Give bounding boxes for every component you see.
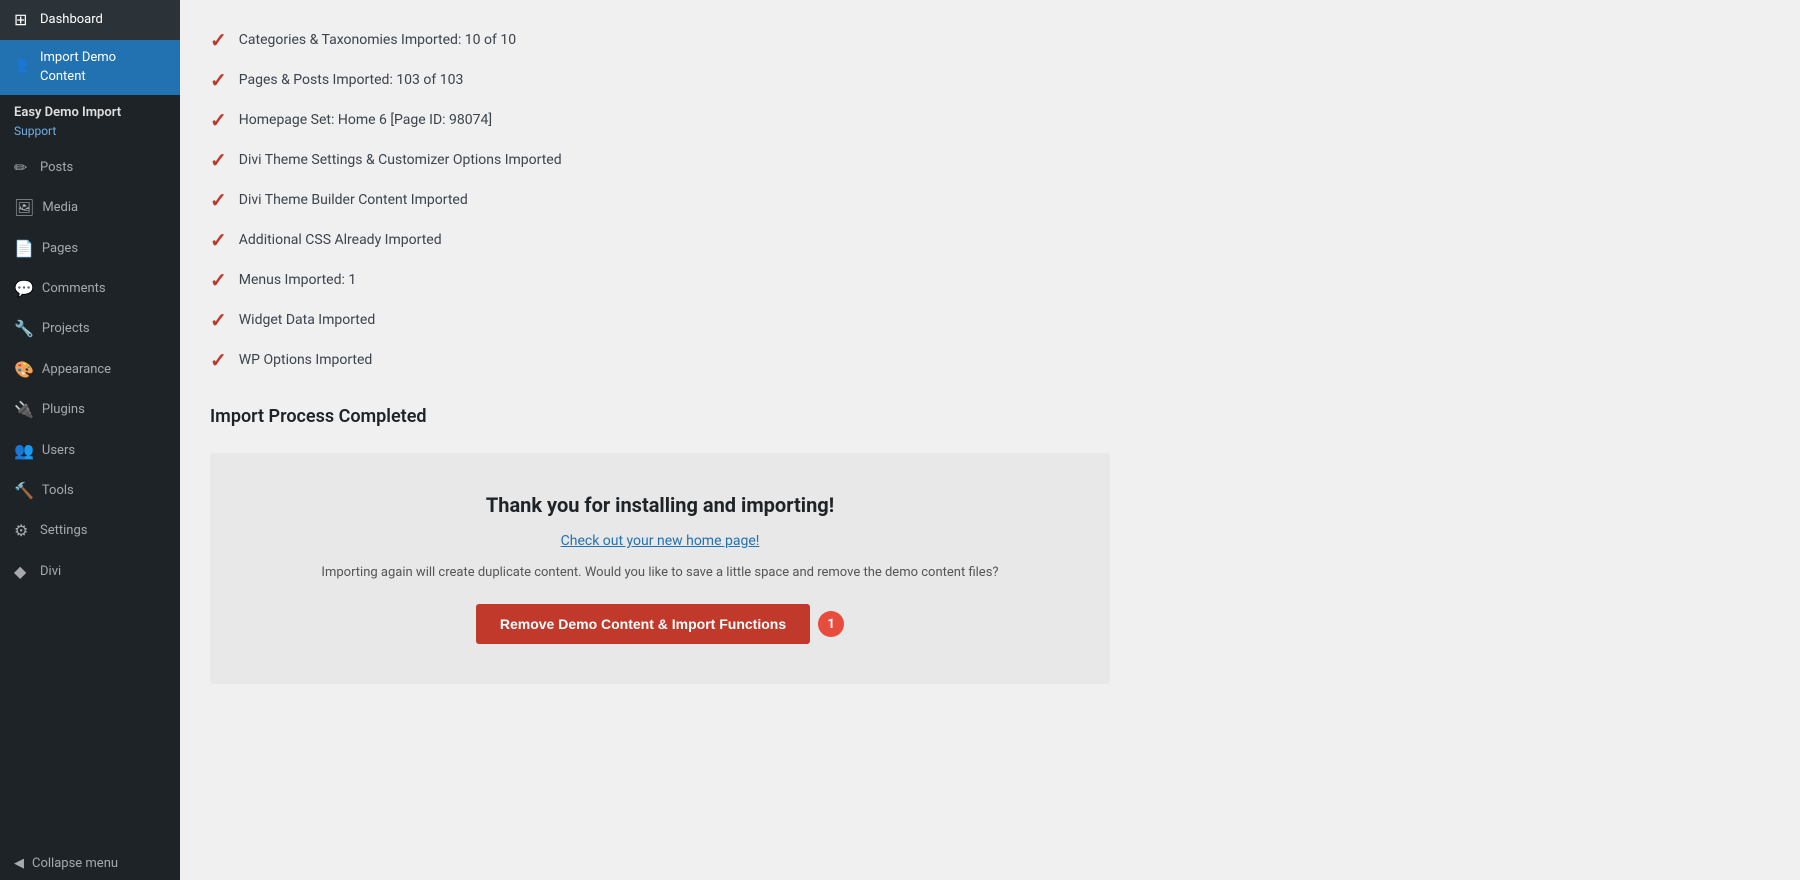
sidebar-item-posts[interactable]: ✏ Posts (0, 148, 180, 188)
plugin-name: Easy Demo Import (0, 95, 180, 122)
import-demo-icon: 👤 (14, 58, 32, 76)
collapse-menu-button[interactable]: ◀ Collapse menu (0, 847, 180, 880)
sidebar: ⊞ Dashboard 👤 Import DemoContent Easy De… (0, 0, 180, 880)
checkmark-icon: ✓ (210, 190, 227, 210)
sidebar-item-divi[interactable]: ◆ Divi (0, 552, 180, 592)
sidebar-item-appearance[interactable]: 🎨 Appearance (0, 350, 180, 390)
plugin-support-link[interactable]: Support (0, 122, 180, 148)
thank-you-box: Thank you for installing and importing! … (210, 453, 1110, 684)
sidebar-label-import-demo: Import DemoContent (40, 49, 116, 85)
projects-icon: 🔧 (14, 318, 34, 340)
duplicate-warning: Importing again will create duplicate co… (240, 565, 1080, 580)
import-item-label: Pages & Posts Imported: 103 of 103 (239, 72, 464, 88)
checkmark-icon: ✓ (210, 30, 227, 50)
import-list-item: ✓ Categories & Taxonomies Imported: 10 of… (210, 20, 1770, 60)
appearance-icon: 🎨 (14, 359, 34, 381)
users-icon: 👥 (14, 440, 34, 462)
import-list-item: ✓ WP Options Imported (210, 340, 1770, 380)
media-icon: 🖼 (14, 197, 34, 219)
dashboard-icon: ⊞ (14, 9, 32, 31)
sidebar-label-appearance: Appearance (42, 361, 111, 379)
settings-icon: ⚙ (14, 520, 32, 542)
checkmark-icon: ✓ (210, 350, 227, 370)
posts-icon: ✏ (14, 157, 32, 179)
checkmark-icon: ✓ (210, 310, 227, 330)
remove-btn-wrapper: Remove Demo Content & Import Functions 1 (240, 604, 1080, 644)
import-list-item: ✓ Menus Imported: 1 (210, 260, 1770, 300)
collapse-arrow-icon: ◀ (14, 856, 24, 871)
sidebar-item-tools[interactable]: 🔨 Tools (0, 471, 180, 511)
sidebar-item-dashboard[interactable]: ⊞ Dashboard (0, 0, 180, 40)
sidebar-label-dashboard: Dashboard (40, 11, 103, 29)
sidebar-label-comments: Comments (42, 280, 106, 298)
pages-icon: 📄 (14, 238, 34, 260)
checkmark-icon: ✓ (210, 270, 227, 290)
import-item-label: Divi Theme Builder Content Imported (239, 192, 468, 208)
sidebar-label-posts: Posts (40, 159, 73, 177)
collapse-menu-label: Collapse menu (32, 856, 118, 871)
checkmark-icon: ✓ (210, 230, 227, 250)
badge-count: 1 (818, 611, 844, 637)
import-list-item: ✓ Additional CSS Already Imported (210, 220, 1770, 260)
sidebar-item-users[interactable]: 👥 Users (0, 431, 180, 471)
import-item-label: Menus Imported: 1 (239, 272, 356, 288)
checkmark-icon: ✓ (210, 150, 227, 170)
sidebar-label-tools: Tools (42, 482, 74, 500)
sidebar-label-divi: Divi (40, 563, 61, 581)
import-item-label: Categories & Taxonomies Imported: 10 of … (239, 32, 516, 48)
sidebar-item-projects[interactable]: 🔧 Projects (0, 309, 180, 349)
import-item-label: Widget Data Imported (239, 312, 375, 328)
import-item-label: WP Options Imported (239, 352, 373, 368)
comments-icon: 💬 (14, 278, 34, 300)
import-item-label: Divi Theme Settings & Customizer Options… (239, 152, 562, 168)
tools-icon: 🔨 (14, 480, 34, 502)
import-list-item: ✓ Widget Data Imported (210, 300, 1770, 340)
remove-demo-button[interactable]: Remove Demo Content & Import Functions (476, 604, 810, 644)
import-item-label: Homepage Set: Home 6 [Page ID: 98074] (239, 112, 492, 128)
sidebar-item-settings[interactable]: ⚙ Settings (0, 511, 180, 551)
import-list-item: ✓ Divi Theme Builder Content Imported (210, 180, 1770, 220)
checkmark-icon: ✓ (210, 70, 227, 90)
sidebar-label-media: Media (42, 199, 78, 217)
sidebar-item-plugins[interactable]: 🔌 Plugins (0, 390, 180, 430)
thank-you-title: Thank you for installing and importing! (240, 493, 1080, 517)
import-list-item: ✓ Homepage Set: Home 6 [Page ID: 98074] (210, 100, 1770, 140)
main-content: ✓ Categories & Taxonomies Imported: 10 of… (180, 0, 1800, 880)
sidebar-item-import-demo[interactable]: 👤 Import DemoContent (0, 40, 180, 94)
sidebar-item-pages[interactable]: 📄 Pages (0, 229, 180, 269)
home-page-link[interactable]: Check out your new home page! (240, 533, 1080, 549)
sidebar-label-pages: Pages (42, 240, 78, 258)
import-completed-title: Import Process Completed (210, 400, 1770, 433)
import-list-item: ✓ Divi Theme Settings & Customizer Option… (210, 140, 1770, 180)
sidebar-label-users: Users (42, 442, 75, 460)
sidebar-label-settings: Settings (40, 522, 87, 540)
import-item-label: Additional CSS Already Imported (239, 232, 442, 248)
checkmark-icon: ✓ (210, 110, 227, 130)
sidebar-label-projects: Projects (42, 320, 90, 338)
import-checklist: ✓ Categories & Taxonomies Imported: 10 of… (210, 20, 1770, 380)
sidebar-item-media[interactable]: 🖼 Media (0, 188, 180, 228)
sidebar-item-comments[interactable]: 💬 Comments (0, 269, 180, 309)
sidebar-label-plugins: Plugins (42, 401, 85, 419)
divi-icon: ◆ (14, 561, 32, 583)
import-list-item: ✓ Pages & Posts Imported: 103 of 103 (210, 60, 1770, 100)
plugins-icon: 🔌 (14, 399, 34, 421)
